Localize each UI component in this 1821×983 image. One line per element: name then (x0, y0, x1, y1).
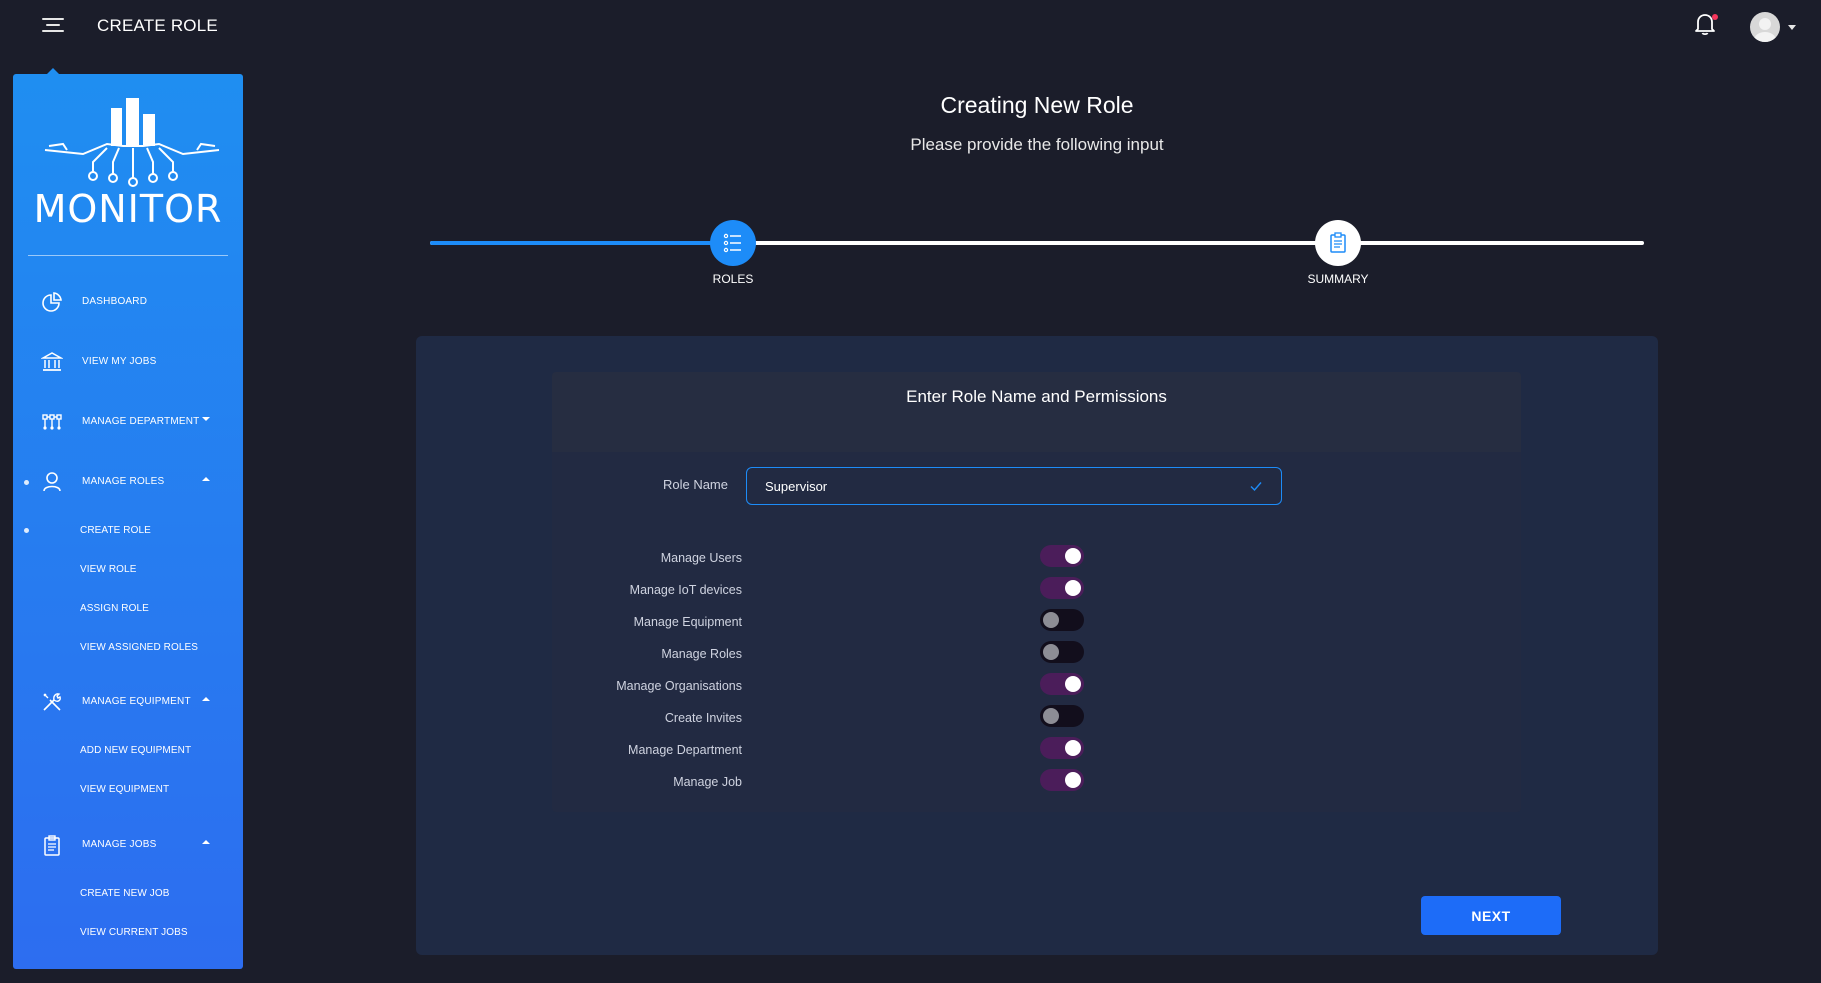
sidebar-item-label: DASHBOARD (82, 296, 148, 307)
chevron-down-icon (1788, 25, 1796, 30)
permission-label: Create Invites (664, 711, 742, 725)
toggle-manage-department[interactable] (1040, 737, 1084, 759)
chevron-up-icon (202, 840, 210, 844)
sidebar-item-manage-roles[interactable]: MANAGE ROLES (13, 463, 243, 499)
sidebar-subitem-label: VIEW EQUIPMENT (80, 784, 170, 795)
chevron-down-icon (202, 417, 210, 421)
monitor-logo[interactable]: MONITOR (23, 88, 233, 231)
brand-name: MONITOR (33, 187, 223, 231)
top-bar: CREATE ROLE (0, 0, 1821, 52)
sidebar-item-manage-equipment[interactable]: MANAGE EQUIPMENT (13, 683, 243, 719)
sidebar-subitem-label: CREATE ROLE (80, 525, 151, 536)
sidebar-subitem-assign-role[interactable]: ASSIGN ROLE (13, 594, 243, 622)
org-chart-icon (42, 414, 62, 430)
toggle-knob (1065, 772, 1081, 788)
sidebar-subitem-create-role[interactable]: CREATE ROLE (13, 516, 243, 544)
sidebar-subitem-label: VIEW ASSIGNED ROLES (80, 642, 199, 653)
chevron-up-icon (202, 477, 210, 481)
tools-icon (43, 693, 61, 711)
permission-label: Manage Equipment (633, 615, 742, 629)
active-bullet-icon (24, 528, 29, 533)
sidebar-subitem-view-assigned-roles[interactable]: VIEW ASSIGNED ROLES (13, 633, 243, 661)
toggle-manage-roles[interactable] (1040, 641, 1084, 663)
user-icon (43, 472, 61, 492)
sidebar-item-label: VIEW MY JOBS (82, 356, 157, 367)
toggle-manage-organisations[interactable] (1040, 673, 1084, 695)
wizard-subheading: Please provide the following input (910, 135, 1164, 154)
user-menu[interactable] (1750, 12, 1798, 42)
sidebar-subitem-label: VIEW ROLE (80, 564, 137, 575)
sidebar-item-dashboard[interactable]: DASHBOARD (13, 283, 243, 319)
permission-label: Manage Roles (661, 647, 742, 661)
sidebar-item-view-my-jobs[interactable]: VIEW MY JOBS (13, 343, 243, 379)
card-header (552, 372, 1521, 452)
sidebar-subitem-label: ADD NEW EQUIPMENT (80, 745, 192, 756)
step-label: ROLES (712, 272, 754, 286)
toggle-knob (1065, 676, 1081, 692)
sidebar-item-label: MANAGE ROLES (82, 476, 165, 487)
role-name-input[interactable] (746, 467, 1282, 505)
step-label: SUMMARY (1307, 272, 1369, 286)
card-title: Enter Role Name and Permissions (906, 387, 1167, 406)
sidebar-subitem-view-role[interactable]: VIEW ROLE (13, 555, 243, 583)
sidebar: MONITOR DASHBOARD VIEW MY JOBS MANAGE DE… (13, 74, 243, 969)
permission-label: Manage IoT devices (629, 583, 742, 597)
clipboard-icon (1315, 220, 1361, 266)
sidebar-item-manage-department[interactable]: MANAGE DEPARTMENT (13, 403, 243, 439)
permission-label: Manage Department (628, 743, 742, 757)
toggle-knob (1065, 580, 1081, 596)
notification-dot (1712, 14, 1718, 20)
permission-label: Manage Organisations (616, 679, 742, 693)
step-roles[interactable]: ROLES (673, 220, 793, 300)
role-name-label: Role Name (662, 477, 728, 492)
page-title: CREATE ROLE (97, 16, 218, 35)
avatar-icon (1750, 12, 1780, 42)
pie-chart-icon (42, 292, 62, 312)
sidebar-item-label: MANAGE JOBS (82, 839, 157, 850)
sidebar-item-label: MANAGE DEPARTMENT (82, 416, 200, 427)
permission-label: Manage Users (660, 551, 742, 565)
chevron-up-icon (202, 697, 210, 701)
clipboard-icon (44, 835, 60, 856)
toggle-manage-users[interactable] (1040, 545, 1084, 567)
toggle-manage-equipment[interactable] (1040, 609, 1084, 631)
bell-icon[interactable] (1694, 12, 1718, 38)
bullet-icon (24, 480, 29, 485)
next-button[interactable]: NEXT (1421, 896, 1561, 935)
toggle-knob (1043, 708, 1059, 724)
sidebar-divider (28, 255, 228, 256)
sidebar-subitem-label: ASSIGN ROLE (80, 603, 149, 614)
sidebar-subitem-label: VIEW CURRENT JOBS (80, 927, 188, 938)
toggle-knob (1065, 740, 1081, 756)
toggle-knob (1065, 548, 1081, 564)
sidebar-item-manage-jobs[interactable]: MANAGE JOBS (13, 826, 243, 862)
toggle-knob (1043, 644, 1059, 660)
permission-label: Manage Job (673, 775, 742, 789)
step-summary[interactable]: SUMMARY (1278, 220, 1398, 300)
bank-icon (41, 352, 63, 371)
building-circuit-icon (44, 98, 220, 187)
wizard-heading: Creating New Role (940, 92, 1134, 118)
sidebar-item-label: MANAGE EQUIPMENT (82, 696, 191, 707)
sidebar-subitem-label: CREATE NEW JOB (80, 888, 170, 899)
list-icon (710, 220, 756, 266)
sidebar-subitem-view-equipment[interactable]: VIEW EQUIPMENT (13, 775, 243, 803)
sidebar-subitem-create-new-job[interactable]: CREATE NEW JOB (13, 879, 243, 907)
toggle-manage-iot-devices[interactable] (1040, 577, 1084, 599)
hamburger-icon[interactable] (42, 16, 66, 36)
toggle-manage-job[interactable] (1040, 769, 1084, 791)
sidebar-subitem-add-new-equipment[interactable]: ADD NEW EQUIPMENT (13, 736, 243, 764)
toggle-create-invites[interactable] (1040, 705, 1084, 727)
sidebar-subitem-view-current-jobs[interactable]: VIEW CURRENT JOBS (13, 918, 243, 946)
card-body (552, 452, 1521, 812)
check-icon (1250, 482, 1262, 492)
toggle-knob (1043, 612, 1059, 628)
